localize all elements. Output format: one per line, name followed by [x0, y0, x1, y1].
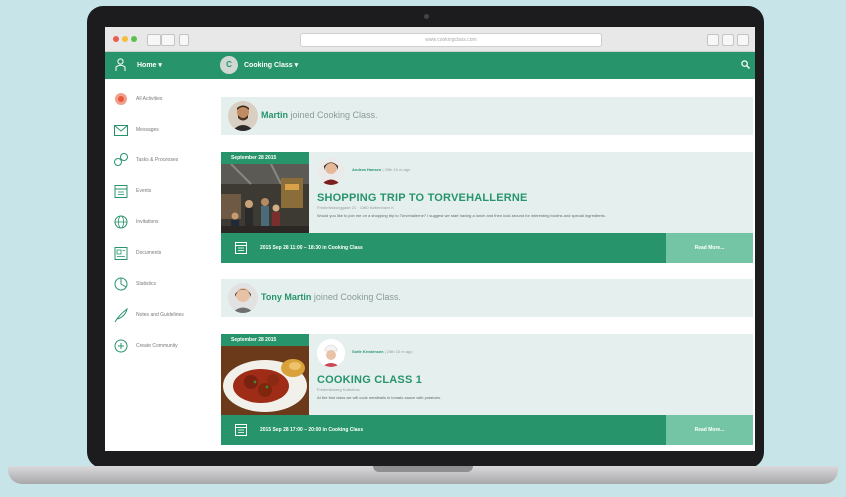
sidebar-toggle-button[interactable]	[179, 34, 189, 46]
sidebar-item-label: Notes and Guidelines	[136, 312, 184, 318]
event-time-bar: 2015 Sep 28 11:00 – 18:30 in Cooking Cla…	[221, 233, 753, 263]
market-photo[interactable]	[221, 164, 309, 233]
laptop-notch	[373, 466, 473, 472]
member-name-link[interactable]: Tony Martin	[261, 292, 311, 302]
event-description: Would you like to join me on a shopping …	[317, 213, 606, 218]
share-button[interactable]	[707, 34, 719, 46]
activity-message: joined Cooking Class.	[311, 292, 401, 302]
sidebar-item-label: All Activities	[136, 96, 163, 102]
search-icon[interactable]	[741, 60, 750, 69]
author-meta: | 25th 10 m ago	[381, 167, 411, 172]
browser-toolbar: www.cookingclass.com	[105, 27, 755, 52]
group-menu[interactable]: Cooking Class ▾	[244, 61, 298, 69]
author-name-link[interactable]: Andrea Hansen	[352, 167, 381, 172]
event-description: At the first class we will cook meatball…	[317, 395, 442, 400]
close-window-button[interactable]	[113, 36, 119, 42]
event-card: September 28 2015 Sofie Kristensen | 25t…	[221, 334, 753, 445]
event-title-link[interactable]: COOKING CLASS 1	[317, 374, 422, 386]
pie-chart-icon	[114, 277, 128, 291]
sidebar-item-label: Statistics	[136, 281, 157, 287]
home-menu[interactable]: Home ▾	[137, 61, 162, 69]
author-meta: | 25th 10 m ago	[383, 349, 413, 354]
activity-message: joined Cooking Class.	[288, 110, 378, 120]
sidebar-item-label: Events	[136, 188, 152, 194]
event-title-link[interactable]: SHOPPING TRIP TO TORVEHALLERNE	[317, 192, 528, 204]
read-more-button[interactable]: Read More...	[666, 415, 753, 445]
food-photo[interactable]	[221, 346, 309, 415]
sidebar: All Activities Messages Tasks & Processe…	[105, 79, 220, 451]
minimize-window-button[interactable]	[122, 36, 128, 42]
author-avatar[interactable]	[317, 339, 345, 367]
feather-icon	[114, 307, 128, 323]
sidebar-item-label: Invitations	[136, 219, 159, 225]
event-card: September 28 2015 Andrea Hansen | 25th 1…	[221, 152, 753, 263]
person-icon[interactable]	[115, 58, 126, 72]
member-avatar[interactable]	[228, 283, 258, 313]
event-time-bar: 2015 Sep 28 17:00 – 20:00 in Cooking Cla…	[221, 415, 753, 445]
globe-icon	[114, 215, 128, 229]
tabs-button[interactable]	[722, 34, 734, 46]
event-location: Frederiksborggade 21 · 1360 København K	[317, 205, 394, 210]
sidebar-item-tasks[interactable]: Tasks & Processes	[113, 152, 217, 172]
activity-item: Tony Martin joined Cooking Class.	[221, 279, 753, 317]
sidebar-item-label: Tasks & Processes	[136, 157, 179, 163]
sidebar-item-notes[interactable]: Notes and Guidelines	[113, 307, 217, 327]
sidebar-item-all-activities[interactable]: All Activities	[113, 91, 217, 111]
app-header: Home ▾ C Cooking Class ▾	[105, 52, 755, 79]
calendar-icon	[235, 242, 247, 254]
calendar-icon	[235, 424, 247, 436]
tasks-icon	[114, 153, 128, 166]
group-avatar[interactable]: C	[220, 56, 238, 74]
event-time: 2015 Sep 28 17:00 – 20:00 in Cooking Cla…	[260, 427, 364, 433]
event-time: 2015 Sep 28 11:00 – 18:30 in Cooking Cla…	[260, 245, 363, 251]
sidebar-item-label: Create Community	[136, 343, 178, 349]
envelope-icon	[114, 125, 128, 136]
sidebar-item-documents[interactable]: Documents	[113, 245, 217, 265]
member-avatar[interactable]	[228, 101, 258, 131]
sidebar-item-messages[interactable]: Messages	[113, 122, 217, 142]
sidebar-item-statistics[interactable]: Statistics	[113, 276, 217, 296]
read-more-button[interactable]: Read More...	[666, 233, 753, 263]
event-location: Frederiksberg Kulturhus	[317, 387, 360, 392]
new-tab-button[interactable]	[737, 34, 749, 46]
activities-icon	[115, 93, 127, 105]
camera	[424, 14, 429, 19]
back-button[interactable]	[147, 34, 161, 46]
author-avatar[interactable]	[317, 157, 345, 185]
sidebar-item-invitations[interactable]: Invitations	[113, 214, 217, 234]
screen: www.cookingclass.com Home ▾ C Cooking Cl…	[105, 27, 755, 451]
plus-circle-icon	[114, 339, 128, 353]
forward-button[interactable]	[161, 34, 175, 46]
maximize-window-button[interactable]	[131, 36, 137, 42]
calendar-icon	[114, 185, 128, 198]
sidebar-item-create-community[interactable]: Create Community	[113, 338, 217, 358]
activity-feed: Martin joined Cooking Class. September 2…	[219, 79, 755, 451]
sidebar-item-events[interactable]: Events	[113, 183, 217, 203]
sidebar-item-label: Documents	[136, 250, 162, 256]
activity-item: Martin joined Cooking Class.	[221, 97, 753, 135]
event-date: September 28 2015	[221, 152, 309, 164]
sidebar-item-label: Messages	[136, 127, 159, 133]
author-name-link[interactable]: Sofie Kristensen	[352, 349, 384, 354]
documents-icon	[114, 247, 128, 260]
event-date: September 28 2015	[221, 334, 309, 346]
member-name-link[interactable]: Martin	[261, 110, 288, 120]
address-bar[interactable]: www.cookingclass.com	[300, 33, 602, 47]
